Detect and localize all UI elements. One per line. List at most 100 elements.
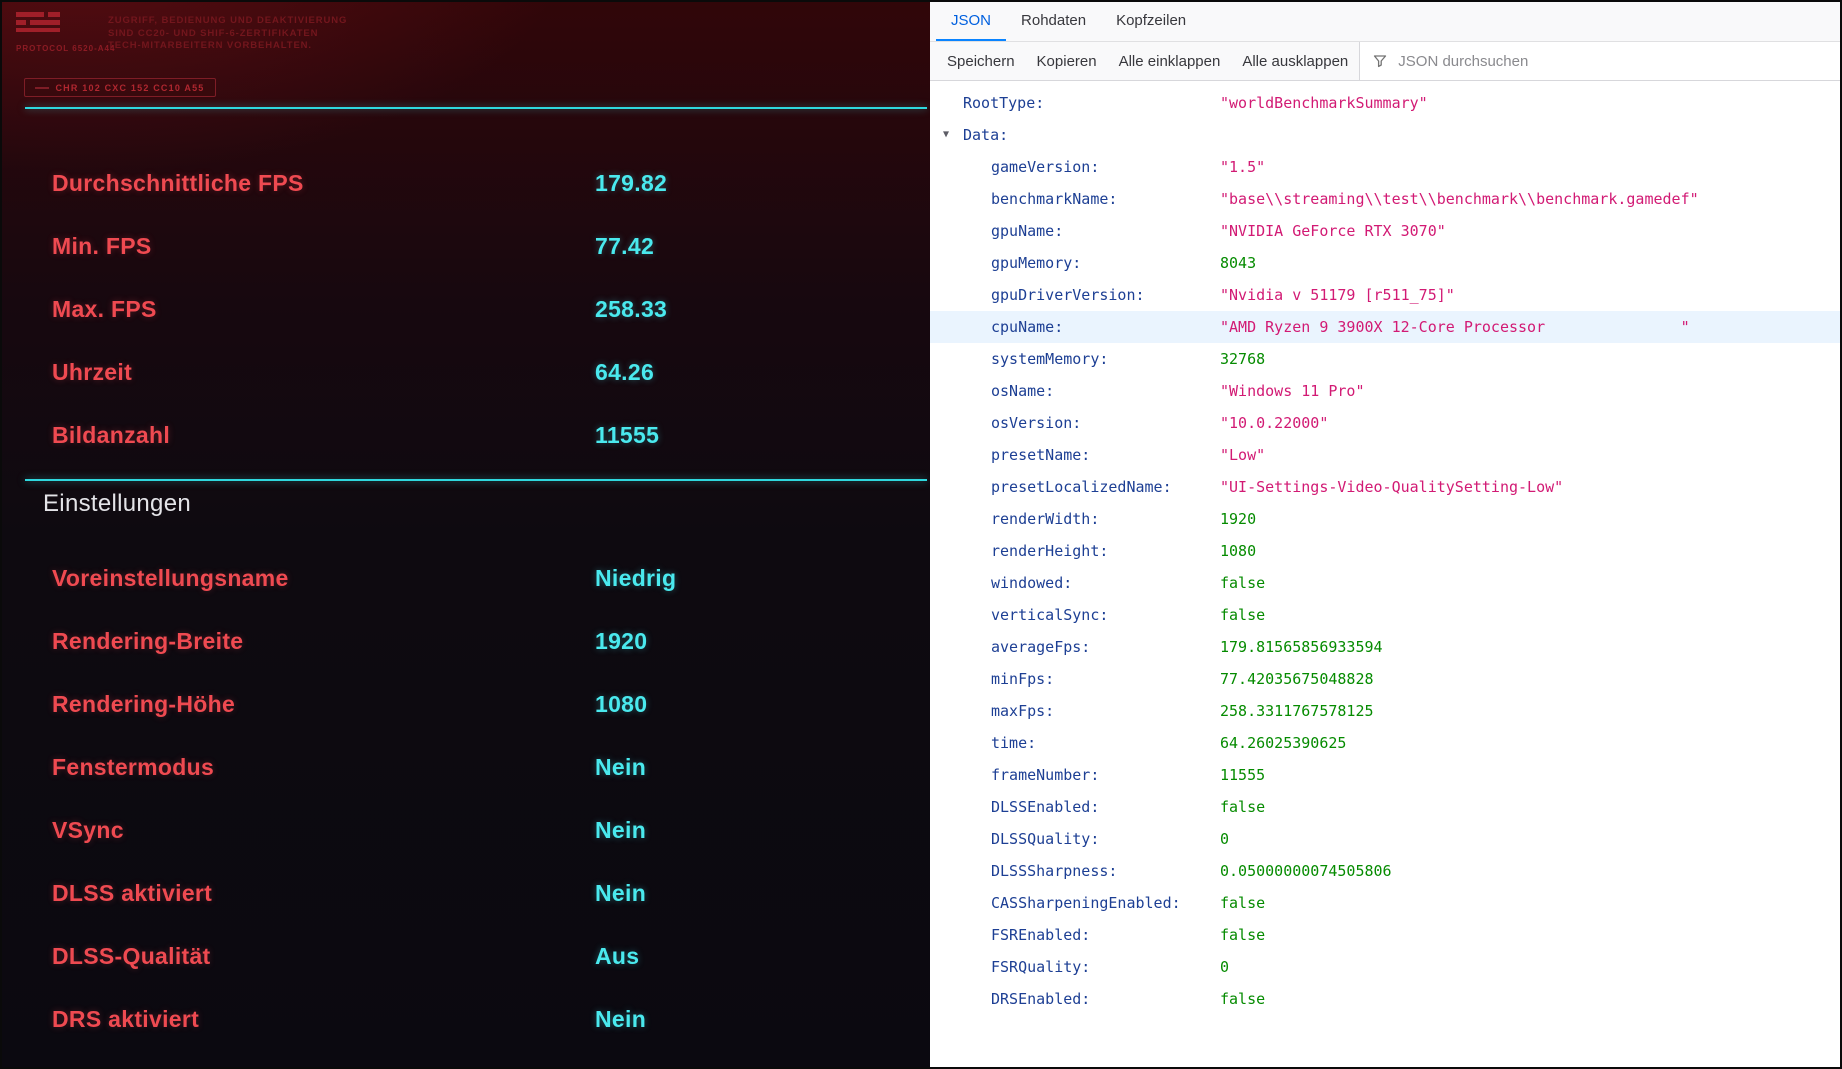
json-row[interactable]: presetName: "Low" [930, 439, 1840, 471]
json-row[interactable]: maxFps: 258.3311767578125 [930, 695, 1840, 727]
json-row[interactable]: DLSSEnabled: false [930, 791, 1840, 823]
setting-row-value: Nein [595, 817, 647, 843]
setting-row: DLSS aktiviert Nein [52, 862, 930, 925]
toolbar-button-speichern[interactable]: Speichern [936, 42, 1026, 80]
json-value: 0 [1220, 958, 1230, 976]
json-row[interactable]: gpuMemory: 8043 [930, 247, 1840, 279]
json-row[interactable]: minFps: 77.42035675048828 [930, 663, 1840, 695]
json-row[interactable]: frameNumber: 11555 [930, 759, 1840, 791]
json-row[interactable]: DRSEnabled: false [930, 983, 1840, 1015]
json-key: DLSSSharpness: [991, 862, 1118, 880]
json-key: cpuName: [991, 318, 1064, 336]
json-key: DRSEnabled: [991, 990, 1091, 1008]
result-row-label: Uhrzeit [52, 359, 133, 385]
devtools-tab-bar: JSON Rohdaten Kopfzeilen [930, 2, 1840, 42]
toolbar-button-kopieren[interactable]: Kopieren [1026, 42, 1108, 80]
json-value: "NVIDIA GeForce RTX 3070" [1220, 222, 1446, 240]
json-row[interactable]: averageFps: 179.81565856933594 [930, 631, 1840, 663]
header-divider [25, 107, 927, 109]
json-value: false [1220, 606, 1266, 624]
json-row[interactable]: cpuName: "AMD Ryzen 9 3900X 12-Core Proce… [930, 311, 1840, 343]
json-row[interactable]: FSRQuality: 0 [930, 951, 1840, 983]
result-row-label: Max. FPS [52, 296, 157, 322]
json-row[interactable]: CASSharpeningEnabled: false [930, 887, 1840, 919]
json-key: verticalSync: [991, 606, 1109, 624]
json-value: false [1220, 574, 1266, 592]
result-row: Uhrzeit 64.26 [52, 341, 930, 404]
json-key: DLSSEnabled: [991, 798, 1100, 816]
json-row[interactable]: renderHeight: 1080 [930, 535, 1840, 567]
json-value: false [1220, 990, 1266, 1008]
setting-row: DLSS-Qualität Aus [52, 925, 930, 988]
json-row[interactable]: verticalSync: false [930, 599, 1840, 631]
protocol-logo-text: PROTOCOL 6520-A44 [16, 44, 116, 53]
json-row[interactable]: benchmarkName: "base\\streaming\\test\\be… [930, 183, 1840, 215]
json-tree: RootType: "worldBenchmarkSummary" ▼ Data: ga… [930, 81, 1840, 1015]
setting-row-label: Rendering-Höhe [52, 691, 236, 717]
json-value: "UI-Settings-Video-QualitySetting-Low" [1220, 478, 1564, 496]
json-row[interactable]: ▼ Data: [930, 119, 1840, 151]
json-key: FSRQuality: [991, 958, 1091, 976]
json-value: 0.05000000074505806 [1220, 862, 1392, 880]
json-row[interactable]: gpuName: "NVIDIA GeForce RTX 3070" [930, 215, 1840, 247]
json-row[interactable]: windowed: false [930, 567, 1840, 599]
tab-kopfzeilen[interactable]: Kopfzeilen [1101, 2, 1201, 41]
result-row-value: 64.26 [595, 359, 655, 385]
setting-row-label: DLSS-Qualität [52, 943, 211, 969]
result-row: Min. FPS 77.42 [52, 215, 930, 278]
twisty-icon[interactable]: ▼ [943, 119, 949, 151]
badge-dash-icon [35, 86, 50, 89]
json-row[interactable]: presetLocalizedName: "UI-Settings-Video-Q… [930, 471, 1840, 503]
json-key: time: [991, 734, 1037, 752]
setting-row-label: Voreinstellungsname [52, 565, 289, 591]
toolbar-buttons: Speichern Kopieren Alle einklappen Alle aus… [930, 42, 1359, 80]
json-row[interactable]: gpuDriverVersion: "Nvidia v 51179 [r511_7… [930, 279, 1840, 311]
disclaimer-line: TECH-MITARBEITERN VORBEHALTEN. [108, 40, 312, 51]
json-search-input[interactable] [1396, 51, 1821, 71]
json-key: CASSharpeningEnabled: [991, 894, 1181, 912]
result-row: Durchschnittliche FPS 179.82 [52, 152, 930, 215]
result-row: Bildanzahl 11555 [52, 404, 930, 467]
json-value: 8043 [1220, 254, 1257, 272]
json-row[interactable]: FSREnabled: false [930, 919, 1840, 951]
toolbar-button-alle-ausklappen[interactable]: Alle ausklappen [1231, 42, 1359, 80]
json-key: RootType: [963, 94, 1045, 112]
json-value: "Nvidia v 51179 [r511_75]" [1220, 286, 1455, 304]
json-row[interactable]: RootType: "worldBenchmarkSummary" [930, 87, 1840, 119]
json-key: presetLocalizedName: [991, 478, 1172, 496]
setting-row-label: VSync [52, 817, 124, 843]
json-row[interactable]: osName: "Windows 11 Pro" [930, 375, 1840, 407]
json-value: false [1220, 926, 1266, 944]
json-row[interactable]: time: 64.26025390625 [930, 727, 1840, 759]
json-value: 1080 [1220, 542, 1257, 560]
results-list: Durchschnittliche FPS 179.82 Min. FPS 77.42… [2, 152, 930, 467]
json-key: gpuMemory: [991, 254, 1082, 272]
json-row[interactable]: DLSSQuality: 0 [930, 823, 1840, 855]
json-row[interactable]: DLSSSharpness: 0.05000000074505806 [930, 855, 1840, 887]
setting-row: Voreinstellungsname Niedrig [52, 547, 930, 610]
tab-rohdaten[interactable]: Rohdaten [1006, 2, 1101, 41]
result-row: Max. FPS 258.33 [52, 278, 930, 341]
setting-row: DRS aktiviert Nein [52, 988, 930, 1051]
json-key: gameVersion: [991, 158, 1100, 176]
header-disclaimer: ZUGRIFF, BEDIENUNG UND DEAKTIVIERUNG SIN… [108, 15, 347, 53]
devtools-toolbar: Speichern Kopieren Alle einklappen Alle aus… [930, 42, 1840, 81]
json-row[interactable]: systemMemory: 32768 [930, 343, 1840, 375]
json-value: false [1220, 798, 1266, 816]
json-value: false [1220, 894, 1266, 912]
json-value: "Low" [1220, 446, 1266, 464]
section-divider [25, 479, 927, 481]
setting-row-label: DLSS aktiviert [52, 880, 213, 906]
json-row[interactable]: renderWidth: 1920 [930, 503, 1840, 535]
json-key: benchmarkName: [991, 190, 1118, 208]
toolbar-button-alle-einklappen[interactable]: Alle einklappen [1108, 42, 1232, 80]
settings-list: Voreinstellungsname Niedrig Rendering-Brei… [2, 547, 930, 1051]
json-key: windowed: [991, 574, 1073, 592]
tab-json[interactable]: JSON [936, 2, 1007, 41]
json-row[interactable]: osVersion: "10.0.22000" [930, 407, 1840, 439]
devtools-json-viewer: JSON Rohdaten Kopfzeilen Speichern Kopieren… [930, 2, 1840, 1067]
json-value: 11555 [1220, 766, 1266, 784]
json-key: gpuName: [991, 222, 1064, 240]
json-row[interactable]: gameVersion: "1.5" [930, 151, 1840, 183]
setting-row: Rendering-Höhe 1080 [52, 673, 930, 736]
